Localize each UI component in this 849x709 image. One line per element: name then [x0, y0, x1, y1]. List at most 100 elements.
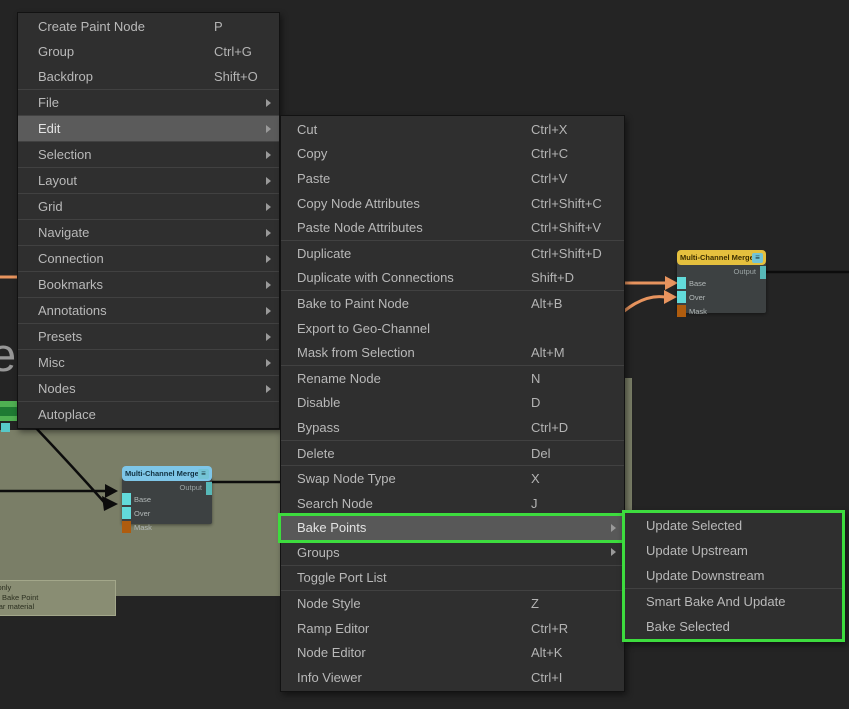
menu-item-misc[interactable]: Misc: [18, 350, 279, 375]
menu-item-label: Annotations: [38, 303, 214, 318]
node-title-bar[interactable]: Multi-Channel Merge3 ≡: [677, 250, 766, 265]
menu-item-shortcut: N: [531, 371, 616, 386]
menu-item-shortcut: Shift+D: [531, 270, 616, 285]
menu-item-grid[interactable]: Grid: [18, 194, 279, 219]
input-port-over[interactable]: Over: [122, 506, 152, 520]
port-square[interactable]: [677, 305, 686, 317]
menu-item-disable[interactable]: DisableD: [281, 391, 624, 416]
menu-item-mask-from-selection[interactable]: Mask from SelectionAlt+M: [281, 340, 624, 365]
menu-item-presets[interactable]: Presets: [18, 324, 279, 349]
menu-item-update-downstream[interactable]: Update Downstream: [625, 563, 842, 588]
wire-arrowhead: [664, 290, 677, 304]
menu-item-bake-to-paint-node[interactable]: Bake to Paint NodeAlt+B: [281, 291, 624, 316]
menu-item-cut[interactable]: CutCtrl+X: [281, 117, 624, 142]
input-port-over[interactable]: Over: [677, 290, 707, 304]
menu-item-bake-selected[interactable]: Bake Selected: [625, 614, 842, 639]
partial-node-port[interactable]: [1, 423, 10, 432]
node-title-bar[interactable]: Multi-Channel Merge5 ≡: [122, 466, 212, 481]
menu-item-node-editor[interactable]: Node EditorAlt+K: [281, 640, 624, 665]
menu-item-paste[interactable]: PasteCtrl+V: [281, 166, 624, 191]
submenu-arrow-icon: [611, 548, 616, 556]
menu-item-delete[interactable]: DeleteDel: [281, 441, 624, 466]
menu-item-navigate[interactable]: Navigate: [18, 220, 279, 245]
menu-item-layout[interactable]: Layout: [18, 168, 279, 193]
menu-item-duplicate-with-connections[interactable]: Duplicate with ConnectionsShift+D: [281, 266, 624, 291]
menu-item-swap-node-type[interactable]: Swap Node TypeX: [281, 466, 624, 491]
menu-item-autoplace[interactable]: Autoplace: [18, 402, 279, 427]
node-multi-channel-merge3[interactable]: Multi-Channel Merge3 ≡ Output BaseOverMa…: [677, 250, 766, 313]
output-port-label: Output: [179, 483, 202, 492]
port-square[interactable]: [677, 291, 686, 303]
menu-item-label: Update Selected: [646, 518, 836, 533]
submenu-arrow-icon: [266, 177, 271, 185]
menu-item-label: Layout: [38, 173, 214, 188]
port-label: Over: [689, 293, 705, 302]
menu-item-bake-points[interactable]: Bake Points: [281, 516, 624, 541]
menu-item-toggle-port-list[interactable]: Toggle Port List: [281, 566, 624, 591]
menu-item-info-viewer[interactable]: Info ViewerCtrl+I: [281, 665, 624, 690]
node-menu-icon[interactable]: ≡: [198, 469, 209, 479]
submenu-arrow-icon: [266, 203, 271, 211]
note-line: parate materials that only: [0, 583, 111, 593]
menu-item-ramp-editor[interactable]: Ramp EditorCtrl+R: [281, 616, 624, 641]
menu-item-node-style[interactable]: Node StyleZ: [281, 591, 624, 616]
node-menu-icon[interactable]: ≡: [752, 253, 763, 263]
menu-item-label: Edit: [38, 121, 214, 136]
menu-item-label: Bypass: [297, 420, 531, 435]
menu-item-rename-node[interactable]: Rename NodeN: [281, 366, 624, 391]
context-menu: Create Paint NodePGroupCtrl+GBackdropShi…: [17, 12, 280, 429]
menu-item-shortcut: Ctrl+Shift+D: [531, 246, 616, 261]
menu-item-export-to-geo-channel[interactable]: Export to Geo-Channel: [281, 316, 624, 341]
menu-item-connection[interactable]: Connection: [18, 246, 279, 271]
menu-item-shortcut: Ctrl+G: [214, 44, 271, 59]
port-label: Base: [134, 495, 151, 504]
menu-item-label: Selection: [38, 147, 214, 162]
port-square[interactable]: [122, 521, 131, 533]
menu-item-label: Toggle Port List: [297, 570, 531, 585]
menu-item-group[interactable]: GroupCtrl+G: [18, 39, 279, 64]
node-graph-canvas[interactable]: e. parate materials that only o add a Mu…: [0, 0, 849, 709]
menu-item-copy[interactable]: CopyCtrl+C: [281, 142, 624, 167]
wire-orange-over: [623, 297, 665, 312]
menu-item-create-paint-node[interactable]: Create Paint NodeP: [18, 14, 279, 39]
port-square[interactable]: [122, 507, 131, 519]
port-square[interactable]: [122, 493, 131, 505]
menu-item-duplicate[interactable]: DuplicateCtrl+Shift+D: [281, 241, 624, 266]
menu-item-label: Groups: [297, 545, 531, 560]
node-multi-channel-merge5[interactable]: Multi-Channel Merge5 ≡ Output BaseOverMa…: [122, 466, 212, 524]
menu-item-label: Rename Node: [297, 371, 531, 386]
output-port[interactable]: [206, 482, 212, 495]
output-port-label: Output: [733, 267, 756, 276]
input-port-base[interactable]: Base: [122, 492, 152, 506]
menu-item-bookmarks[interactable]: Bookmarks: [18, 272, 279, 297]
input-port-mask[interactable]: Mask: [677, 304, 707, 318]
menu-item-groups[interactable]: Groups: [281, 540, 624, 565]
menu-item-update-upstream[interactable]: Update Upstream: [625, 538, 842, 563]
menu-item-label: Node Style: [297, 596, 531, 611]
output-port[interactable]: [760, 266, 766, 279]
menu-item-search-node[interactable]: Search NodeJ: [281, 491, 624, 516]
submenu-arrow-icon: [266, 151, 271, 159]
menu-item-shortcut: Z: [531, 596, 616, 611]
note-line: o add a Multi Channel Bake Point: [0, 593, 111, 603]
menu-item-update-selected[interactable]: Update Selected: [625, 513, 842, 538]
input-port-base[interactable]: Base: [677, 276, 707, 290]
menu-item-edit[interactable]: Edit: [18, 116, 279, 141]
menu-item-label: File: [38, 95, 214, 110]
menu-item-label: Create Paint Node: [38, 19, 214, 34]
menu-item-paste-node-attributes[interactable]: Paste Node AttributesCtrl+Shift+V: [281, 215, 624, 240]
menu-item-label: Paste Node Attributes: [297, 220, 531, 235]
menu-item-file[interactable]: File: [18, 90, 279, 115]
port-square[interactable]: [677, 277, 686, 289]
menu-item-copy-node-attributes[interactable]: Copy Node AttributesCtrl+Shift+C: [281, 191, 624, 216]
menu-item-label: Swap Node Type: [297, 471, 531, 486]
menu-item-backdrop[interactable]: BackdropShift+O: [18, 64, 279, 89]
menu-item-bypass[interactable]: BypassCtrl+D: [281, 415, 624, 440]
menu-item-selection[interactable]: Selection: [18, 142, 279, 167]
menu-item-annotations[interactable]: Annotations: [18, 298, 279, 323]
menu-item-smart-bake-and-update[interactable]: Smart Bake And Update: [625, 589, 842, 614]
menu-item-label: Disable: [297, 395, 531, 410]
input-port-mask[interactable]: Mask: [122, 520, 152, 534]
menu-item-nodes[interactable]: Nodes: [18, 376, 279, 401]
menu-item-label: Grid: [38, 199, 214, 214]
